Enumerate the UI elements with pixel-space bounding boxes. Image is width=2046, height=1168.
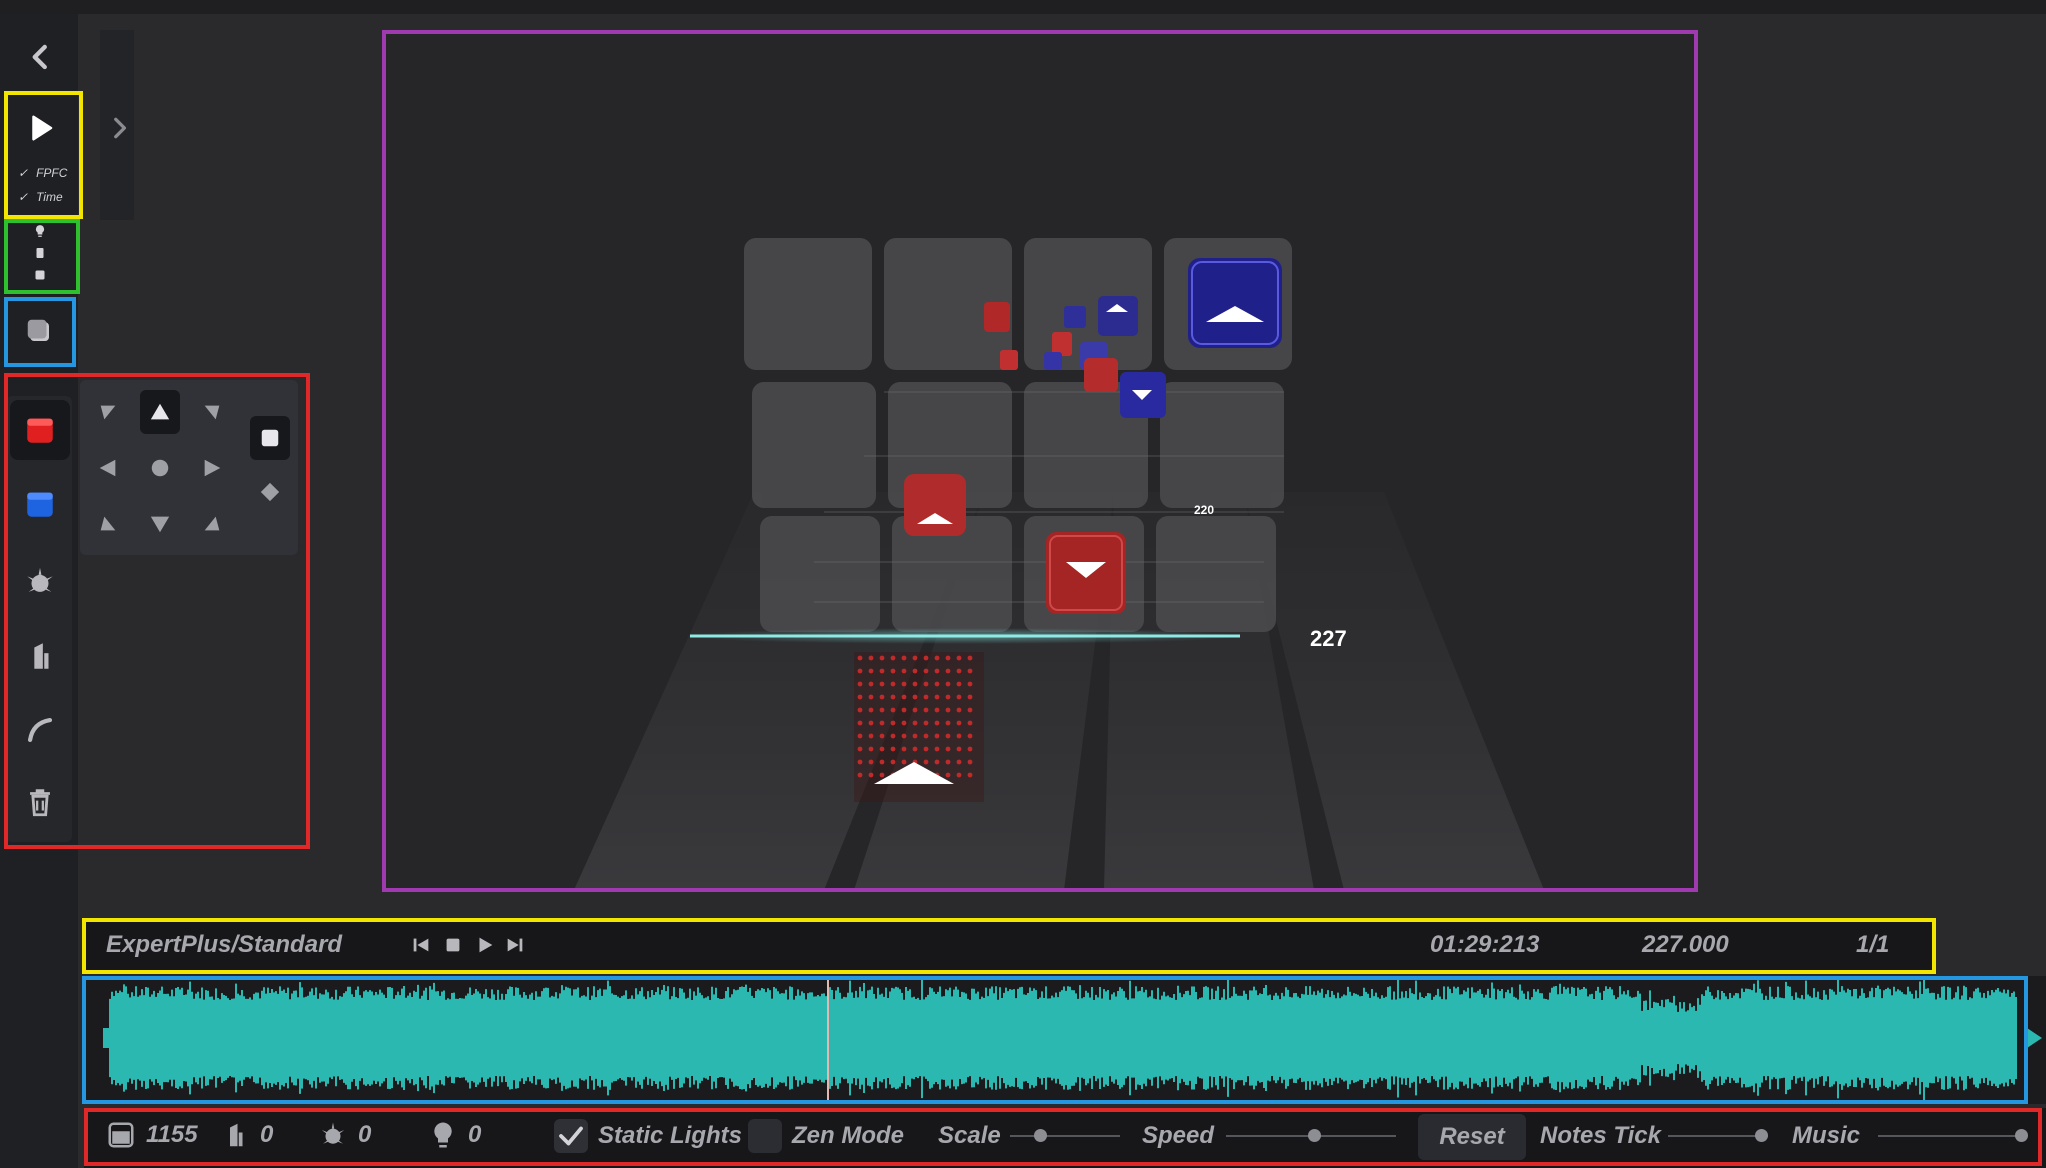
- bomb-tool[interactable]: [10, 552, 70, 612]
- layers-icon: [27, 319, 49, 341]
- scale-slider-knob[interactable]: [1033, 1129, 1047, 1142]
- notes-tick-slider-knob[interactable]: [1755, 1129, 1768, 1142]
- notes-tick-slider[interactable]: [1668, 1129, 1768, 1142]
- blue-note: [1188, 258, 1282, 348]
- direction-right[interactable]: [192, 446, 232, 490]
- delete-tool[interactable]: [10, 772, 70, 832]
- stop-icon[interactable]: [442, 934, 464, 956]
- play-small-icon[interactable]: [474, 934, 496, 956]
- direction-any[interactable]: [140, 446, 180, 490]
- wall-count-icon: [230, 1123, 243, 1147]
- skip-forward-icon[interactable]: [504, 934, 526, 956]
- waveform-timeline[interactable]: [84, 972, 2046, 1104]
- layers-button[interactable]: [10, 302, 68, 360]
- speed-slider-knob[interactable]: [1308, 1129, 1322, 1142]
- bomb-count-icon: [321, 1122, 345, 1144]
- music-slider[interactable]: [1878, 1129, 2029, 1142]
- blue-note-tool[interactable]: [10, 474, 70, 534]
- bottom-toolbar: 1155 0 0 0 Static Lights Zen Mode Scale …: [84, 1108, 2046, 1168]
- speed-slider[interactable]: [1226, 1129, 1396, 1142]
- music-slider-knob[interactable]: [2015, 1129, 2029, 1142]
- skip-back-icon[interactable]: [410, 934, 432, 956]
- static-lights-toggle[interactable]: Static Lights: [554, 1119, 742, 1153]
- scale-label: Scale: [938, 1122, 1001, 1149]
- wall-count: 0: [220, 1120, 273, 1150]
- time-option[interactable]: ✓ Time: [18, 190, 63, 204]
- cut-direction-panel: [80, 380, 298, 555]
- top-strip: [0, 0, 2046, 14]
- playback-panel: ✓ FPFC ✓ Time: [12, 98, 70, 206]
- chevron-left-icon: [32, 44, 47, 70]
- arc-tool[interactable]: [10, 700, 70, 760]
- zen-mode-toggle[interactable]: Zen Mode: [748, 1119, 904, 1153]
- light-count: 0: [428, 1120, 481, 1150]
- bomb-icon: [27, 567, 53, 592]
- direction-down-right[interactable]: [192, 502, 232, 546]
- fpfc-option[interactable]: ✓ FPFC: [18, 166, 67, 180]
- blue-note-icon: [27, 492, 53, 517]
- play-icon: [32, 115, 53, 141]
- check-icon: ✓: [18, 190, 29, 204]
- zen-mode-checkbox[interactable]: [748, 1119, 782, 1153]
- note-type-square[interactable]: [250, 416, 290, 460]
- red-note-tool[interactable]: [10, 400, 70, 460]
- arc-icon: [27, 717, 53, 743]
- direction-down[interactable]: [140, 502, 180, 546]
- note-count: 1155: [106, 1120, 198, 1150]
- play-button[interactable]: [12, 102, 70, 154]
- beat-display: 227.000: [1642, 931, 1729, 958]
- editor-viewport[interactable]: 220 227: [384, 32, 1696, 890]
- current-beat-label: 227: [1310, 626, 1347, 651]
- bomb-count: 0: [318, 1120, 371, 1150]
- scene-canvas: 220 227: [574, 238, 1544, 890]
- audio-waveform: [103, 972, 2042, 1104]
- check-icon: ✓: [18, 166, 29, 180]
- info-bar: ExpertPlus/Standard 01:29:213 227.000 1/…: [84, 920, 1934, 972]
- wall-small-icon[interactable]: [24, 244, 56, 262]
- red-note: [1046, 532, 1126, 614]
- trash-icon: [30, 789, 50, 817]
- waveform-end-marker: [2024, 1026, 2042, 1050]
- back-button[interactable]: [12, 28, 70, 86]
- check-icon: [559, 1126, 583, 1146]
- reset-button[interactable]: Reset: [1418, 1114, 1526, 1160]
- direction-left[interactable]: [88, 446, 128, 490]
- direction-up[interactable]: [140, 390, 180, 434]
- notes-tick-label: Notes Tick: [1540, 1122, 1661, 1149]
- beat-marker-220: 220: [1194, 503, 1214, 517]
- red-note: [904, 474, 966, 536]
- direction-down-left[interactable]: [88, 502, 128, 546]
- music-label: Music: [1792, 1122, 1861, 1149]
- wall-tool[interactable]: [10, 626, 70, 686]
- lightbulb-icon[interactable]: [24, 222, 56, 240]
- lightbulb-count-icon: [434, 1122, 452, 1148]
- note-count-icon: [108, 1122, 134, 1148]
- expand-button[interactable]: [104, 108, 134, 148]
- subdivision-display[interactable]: 1/1: [1856, 931, 1889, 959]
- red-note-icon: [27, 418, 53, 443]
- speed-label: Speed: [1142, 1122, 1215, 1149]
- scale-slider[interactable]: [1010, 1129, 1120, 1142]
- direction-up-right[interactable]: [192, 390, 232, 434]
- note-type-diamond[interactable]: [250, 470, 290, 514]
- difficulty-label: ExpertPlus/Standard: [106, 931, 343, 958]
- wall-icon: [34, 643, 49, 669]
- static-lights-checkbox[interactable]: [554, 1119, 588, 1153]
- time-display: 01:29:213: [1430, 931, 1540, 958]
- chevron-right-icon: [114, 117, 127, 139]
- direction-up-left[interactable]: [88, 390, 128, 434]
- note-small-icon[interactable]: [24, 266, 56, 284]
